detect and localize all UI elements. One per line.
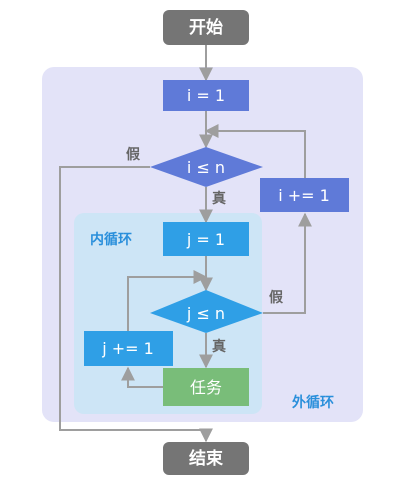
cond-i-true-label: 真 — [212, 190, 226, 207]
cond-i-false-label: 假 — [126, 146, 141, 163]
end-label: 结束 — [189, 448, 223, 469]
incr-j-label: j += 1 — [101, 339, 154, 358]
init-i-label: i = 1 — [187, 86, 225, 105]
nested-loop-flowchart: 开始 i = 1 i ≤ n i += 1 j = 1 j ≤ n j += 1… — [42, 10, 363, 475]
cond-j-label: j ≤ n — [186, 304, 225, 323]
inner-loop-label: 内循环 — [90, 231, 132, 248]
init-j-label: j = 1 — [186, 230, 225, 249]
cond-j-false-label: 假 — [269, 289, 284, 306]
cond-j-true-label: 真 — [212, 338, 226, 355]
flowchart-canvas: 开始 i = 1 i ≤ n i += 1 j = 1 j ≤ n j += 1… — [0, 0, 401, 481]
task-label: 任务 — [190, 378, 222, 397]
outer-loop-label: 外循环 — [292, 394, 334, 411]
incr-i-label: i += 1 — [278, 186, 330, 205]
cond-i-label: i ≤ n — [187, 158, 225, 177]
start-label: 开始 — [189, 17, 223, 38]
